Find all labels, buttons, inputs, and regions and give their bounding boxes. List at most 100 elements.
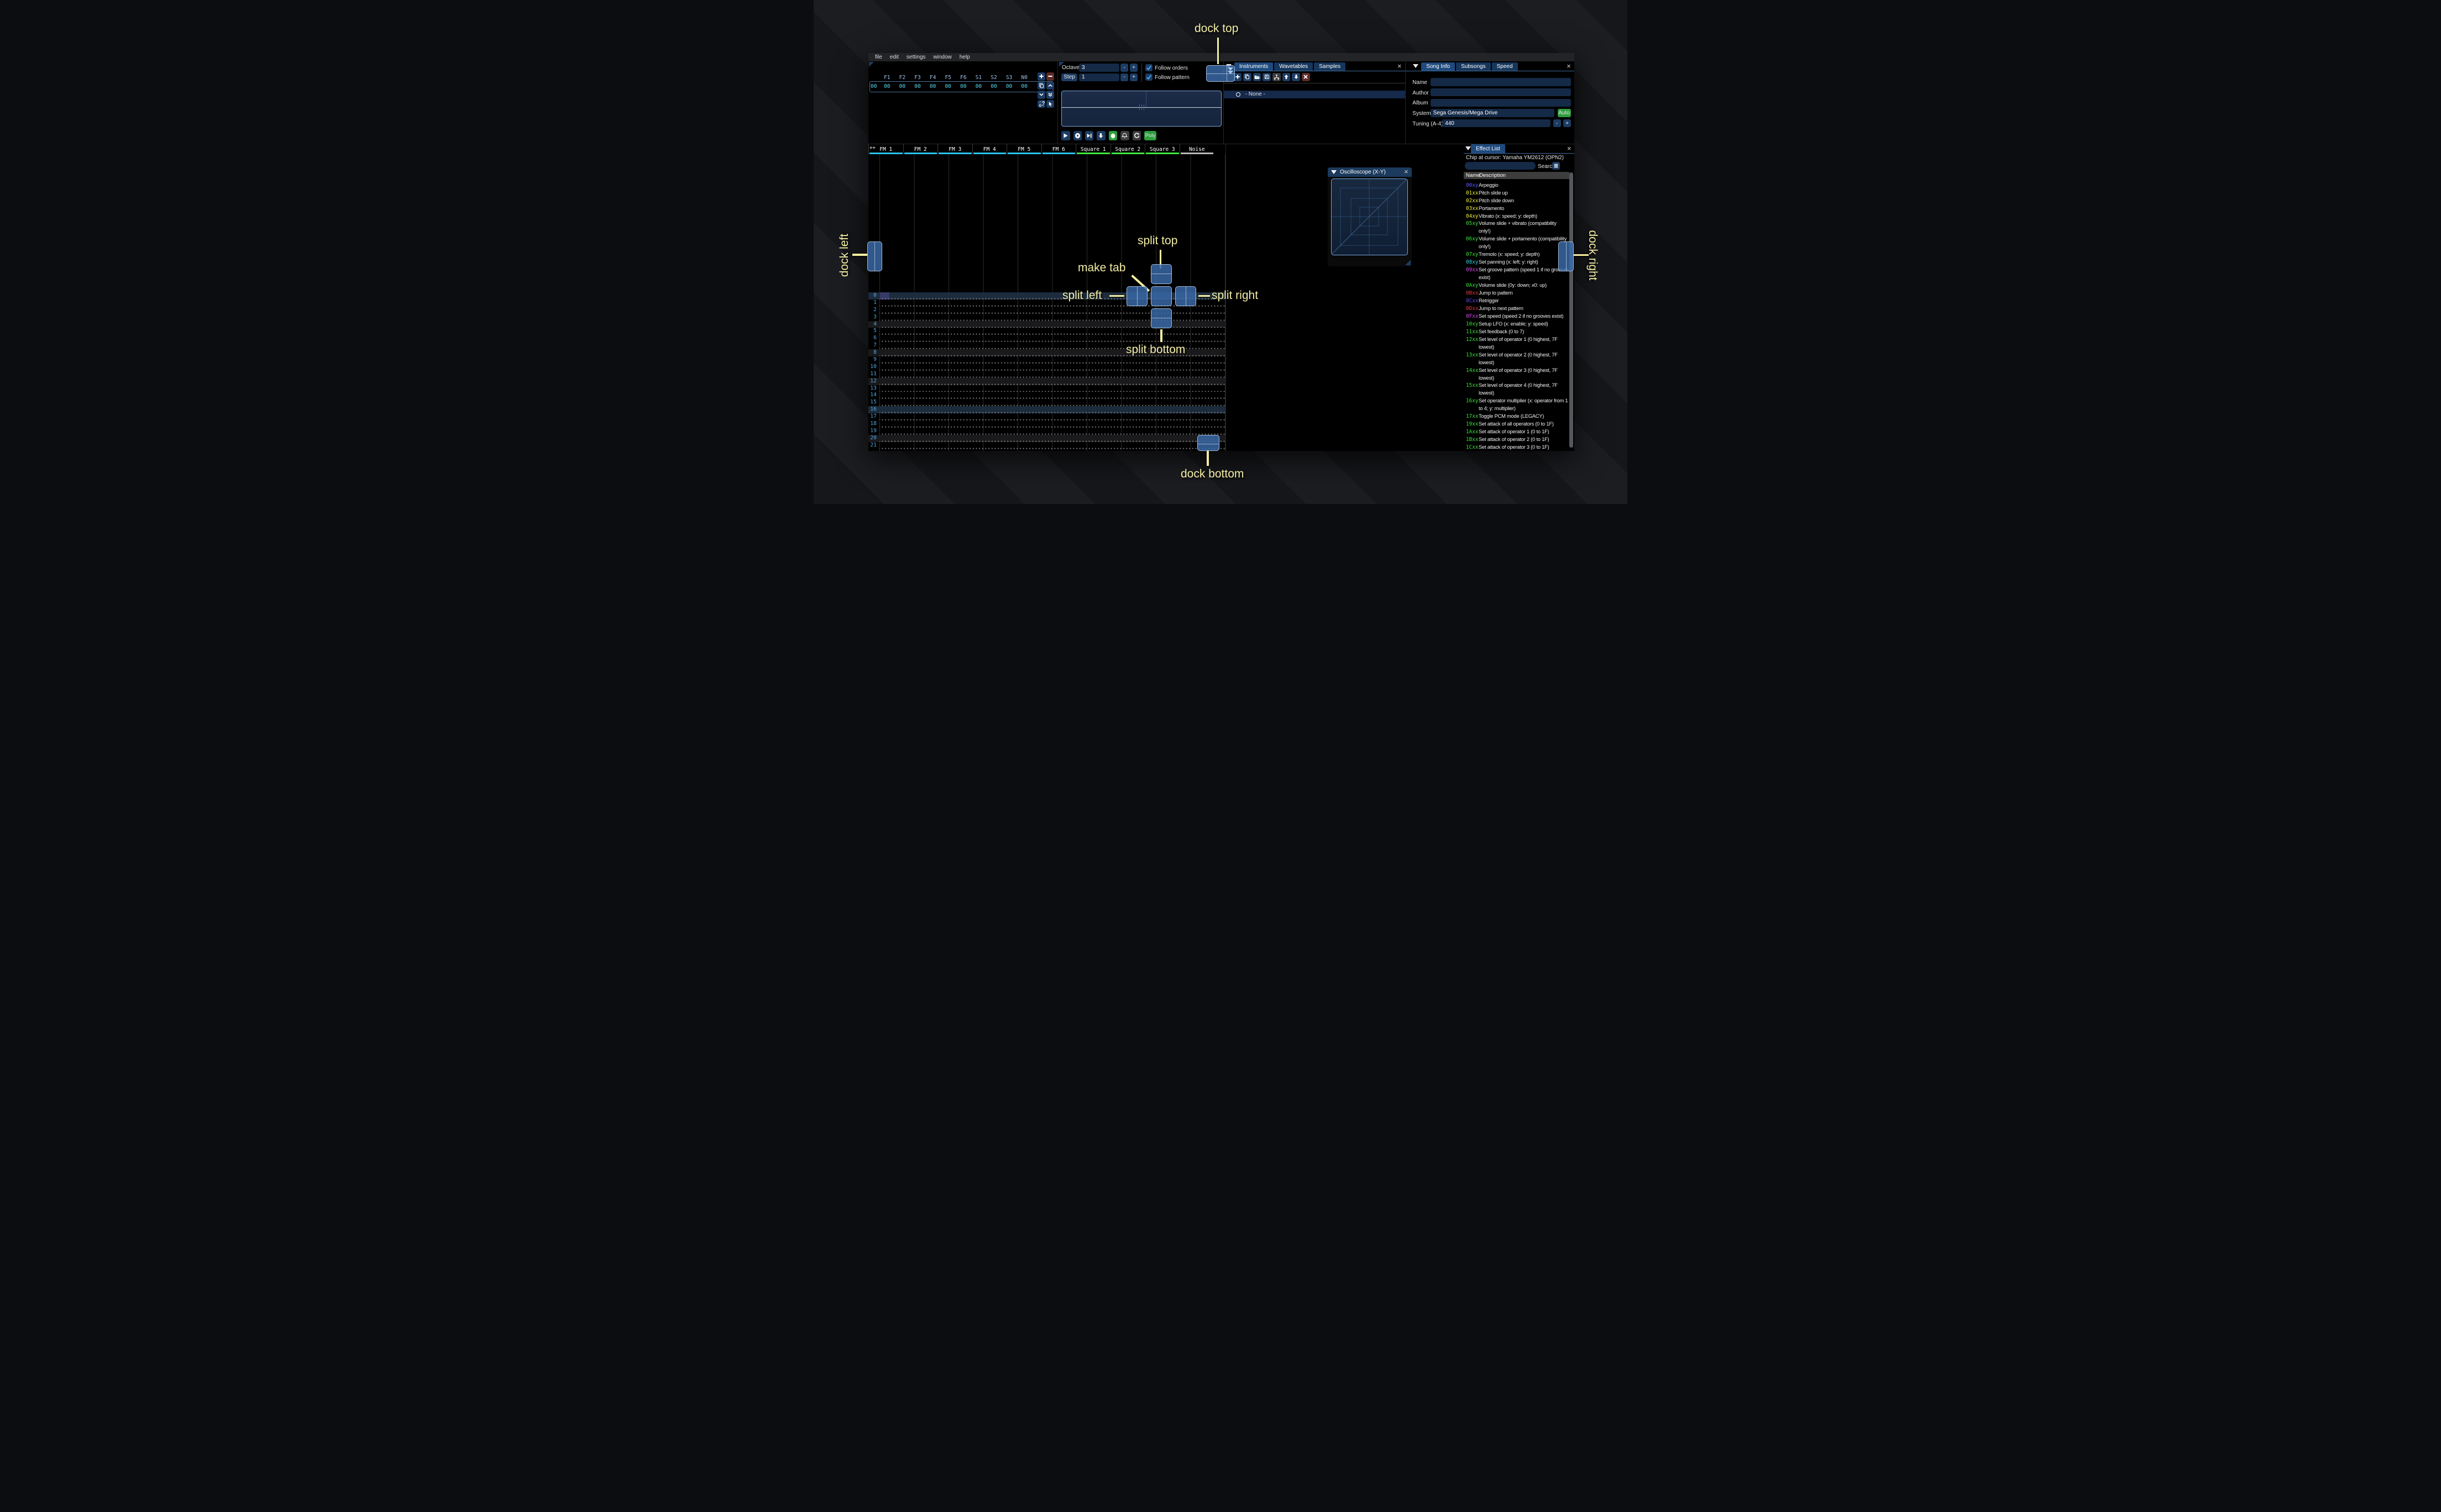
order-channel-label[interactable]: F6 (956, 75, 971, 81)
dock-left-button[interactable] (867, 242, 882, 271)
order-channel-label[interactable]: F5 (940, 75, 956, 81)
pattern-row[interactable]: 13 (868, 385, 1225, 392)
channel-header[interactable]: FM 1 (868, 144, 903, 155)
effect-entry[interactable]: 0Bxx Jump to pattern (1466, 290, 1570, 297)
order-cell[interactable]: 00 (986, 83, 1002, 90)
pattern-cursor-cell[interactable] (879, 292, 889, 300)
pattern-row[interactable]: 6 (868, 335, 1225, 343)
poly-button[interactable]: Poly (1144, 131, 1156, 140)
description-column-header[interactable]: Description (1479, 172, 1506, 179)
order-channel-label[interactable]: N0 (1017, 75, 1032, 81)
order-channel-label[interactable]: F3 (910, 75, 925, 81)
channel-header[interactable]: Noise (1179, 144, 1214, 155)
instrument-move-down-button[interactable] (1292, 73, 1300, 81)
step-input[interactable]: 1 (1079, 73, 1119, 81)
metronome-button[interactable] (1120, 131, 1129, 140)
repeat-pattern-button[interactable] (1132, 131, 1141, 140)
follow-pattern-checkbox[interactable] (1145, 74, 1153, 81)
instruments-tab[interactable]: Instruments (1234, 62, 1274, 71)
effect-entry[interactable]: 07xy Tremolo (x: speed; y: depth) (1466, 251, 1570, 259)
order-channel-label[interactable]: F1 (879, 75, 895, 81)
pattern-row[interactable]: 11 (868, 370, 1225, 378)
follow-pattern-label[interactable]: Follow pattern (1155, 75, 1190, 81)
step-label-button[interactable]: Step (1061, 73, 1077, 81)
dock-right-button[interactable] (1558, 241, 1574, 271)
order-cell[interactable]: 00 (971, 83, 987, 90)
step-plus-button[interactable]: + (1130, 73, 1138, 81)
empty-note-cells[interactable] (879, 421, 1225, 428)
effect-entry[interactable]: 01xx Pitch slide up (1466, 190, 1570, 197)
song-info-tab[interactable]: Song Info (1421, 62, 1455, 71)
order-channel-label[interactable]: S2 (986, 75, 1002, 81)
tab-list-dropdown-icon[interactable] (1465, 146, 1471, 151)
instruments-tab[interactable]: Wavetables (1274, 62, 1313, 71)
pattern-row[interactable]: 17 (868, 413, 1225, 421)
order-unlink-button[interactable] (1038, 99, 1045, 108)
empty-note-cells[interactable] (879, 385, 1225, 392)
effect-entry[interactable]: 10xy Setup LFO (x: enable; y: speed) (1466, 321, 1570, 328)
order-duplicate-to-end-button[interactable] (1046, 91, 1054, 99)
menu-item[interactable]: window (929, 54, 955, 60)
effect-entry[interactable]: 08xy Set panning (x: left; y: right) (1466, 259, 1570, 266)
empty-note-cells[interactable] (879, 363, 1225, 371)
effect-entry[interactable]: 02xx Pitch slide down (1466, 197, 1570, 205)
effect-search-input[interactable] (1465, 161, 1536, 170)
effect-entry[interactable]: 1Bxx Set attack of operator 2 (0 to 1F) (1466, 436, 1570, 444)
effect-entry[interactable]: 0Axy Volume slide (0y: down; x0: up) (1466, 282, 1570, 290)
effect-entry[interactable]: 11xx Set feedback (0 to 7) (1466, 328, 1570, 336)
order-channel-label[interactable]: S3 (1002, 75, 1017, 81)
instrument-delete-button[interactable] (1302, 73, 1310, 81)
empty-note-cells[interactable] (879, 328, 1225, 335)
empty-note-cells[interactable] (879, 377, 1225, 385)
dock-bottom-button[interactable] (1197, 435, 1219, 451)
octave-minus-button[interactable]: - (1120, 64, 1128, 72)
empty-note-cells[interactable] (879, 335, 1225, 343)
effect-entry[interactable]: 1Axx Set attack of operator 1 (0 to 1F) (1466, 428, 1570, 436)
empty-note-cells[interactable] (879, 313, 1225, 321)
close-icon[interactable]: × (1404, 168, 1408, 175)
empty-note-cells[interactable] (879, 427, 1225, 435)
order-channel-label[interactable]: S1 (971, 75, 987, 81)
system-auto-button[interactable]: Auto (1557, 109, 1571, 117)
close-icon[interactable]: × (1397, 62, 1402, 70)
empty-note-cells[interactable] (879, 370, 1225, 378)
order-move-down-button[interactable] (1038, 91, 1045, 99)
collapse-triangle-icon[interactable] (1331, 170, 1337, 175)
tuning-minus-button[interactable]: - (1553, 119, 1561, 128)
pattern-row[interactable]: 9 (868, 356, 1225, 364)
split-right-button[interactable] (1175, 286, 1196, 306)
pattern-row[interactable]: 10 (868, 363, 1225, 371)
empty-note-cells[interactable] (879, 442, 1225, 449)
song-info-tab[interactable]: Subsongs (1456, 62, 1491, 71)
empty-note-cells[interactable] (879, 306, 1225, 314)
empty-note-cells[interactable] (879, 399, 1225, 407)
pattern-row[interactable]: 14 (868, 392, 1225, 400)
channel-header[interactable]: FM 6 (1041, 144, 1076, 155)
pattern-row[interactable]: 5 (868, 328, 1225, 335)
order-cell[interactable]: 00 (879, 83, 895, 90)
play-pattern-button[interactable] (1073, 131, 1082, 140)
octave-input[interactable]: 3 (1079, 64, 1119, 72)
follow-orders-checkbox[interactable] (1145, 64, 1153, 71)
channel-header[interactable]: Square 3 (1145, 144, 1180, 155)
empty-note-cells[interactable] (879, 321, 1225, 328)
tuning-input[interactable]: 440 (1442, 119, 1551, 128)
effect-entry[interactable]: 13xx Set level of operator 2 (0 highest,… (1466, 351, 1570, 367)
play-button[interactable] (1061, 131, 1070, 140)
menu-item[interactable]: help (956, 54, 974, 60)
octave-plus-button[interactable]: + (1130, 64, 1138, 72)
effect-list-scrollbar[interactable] (1569, 172, 1573, 448)
close-icon[interactable]: × (1567, 145, 1572, 152)
search-menu-button[interactable] (1552, 161, 1560, 170)
effect-entry[interactable]: 15xx Set level of operator 4 (0 highest,… (1466, 382, 1570, 397)
effect-entry[interactable]: 06xy Volume slide + portamento (compatib… (1466, 235, 1570, 251)
order-cell[interactable]: 00 (910, 83, 925, 90)
effect-entry[interactable]: 0Cxx Retrigger (1466, 297, 1570, 305)
instrument-move-up-button[interactable] (1282, 73, 1291, 81)
pattern-row[interactable]: 20 (868, 434, 1225, 442)
channel-header[interactable]: FM 3 (937, 144, 972, 155)
order-pointer-button[interactable] (1046, 99, 1054, 108)
effect-entry[interactable]: 09xx Set groove pattern (speed 1 if no g… (1466, 266, 1570, 282)
channel-header[interactable]: FM 5 (1007, 144, 1041, 155)
pattern-row[interactable]: 18 (868, 421, 1225, 428)
